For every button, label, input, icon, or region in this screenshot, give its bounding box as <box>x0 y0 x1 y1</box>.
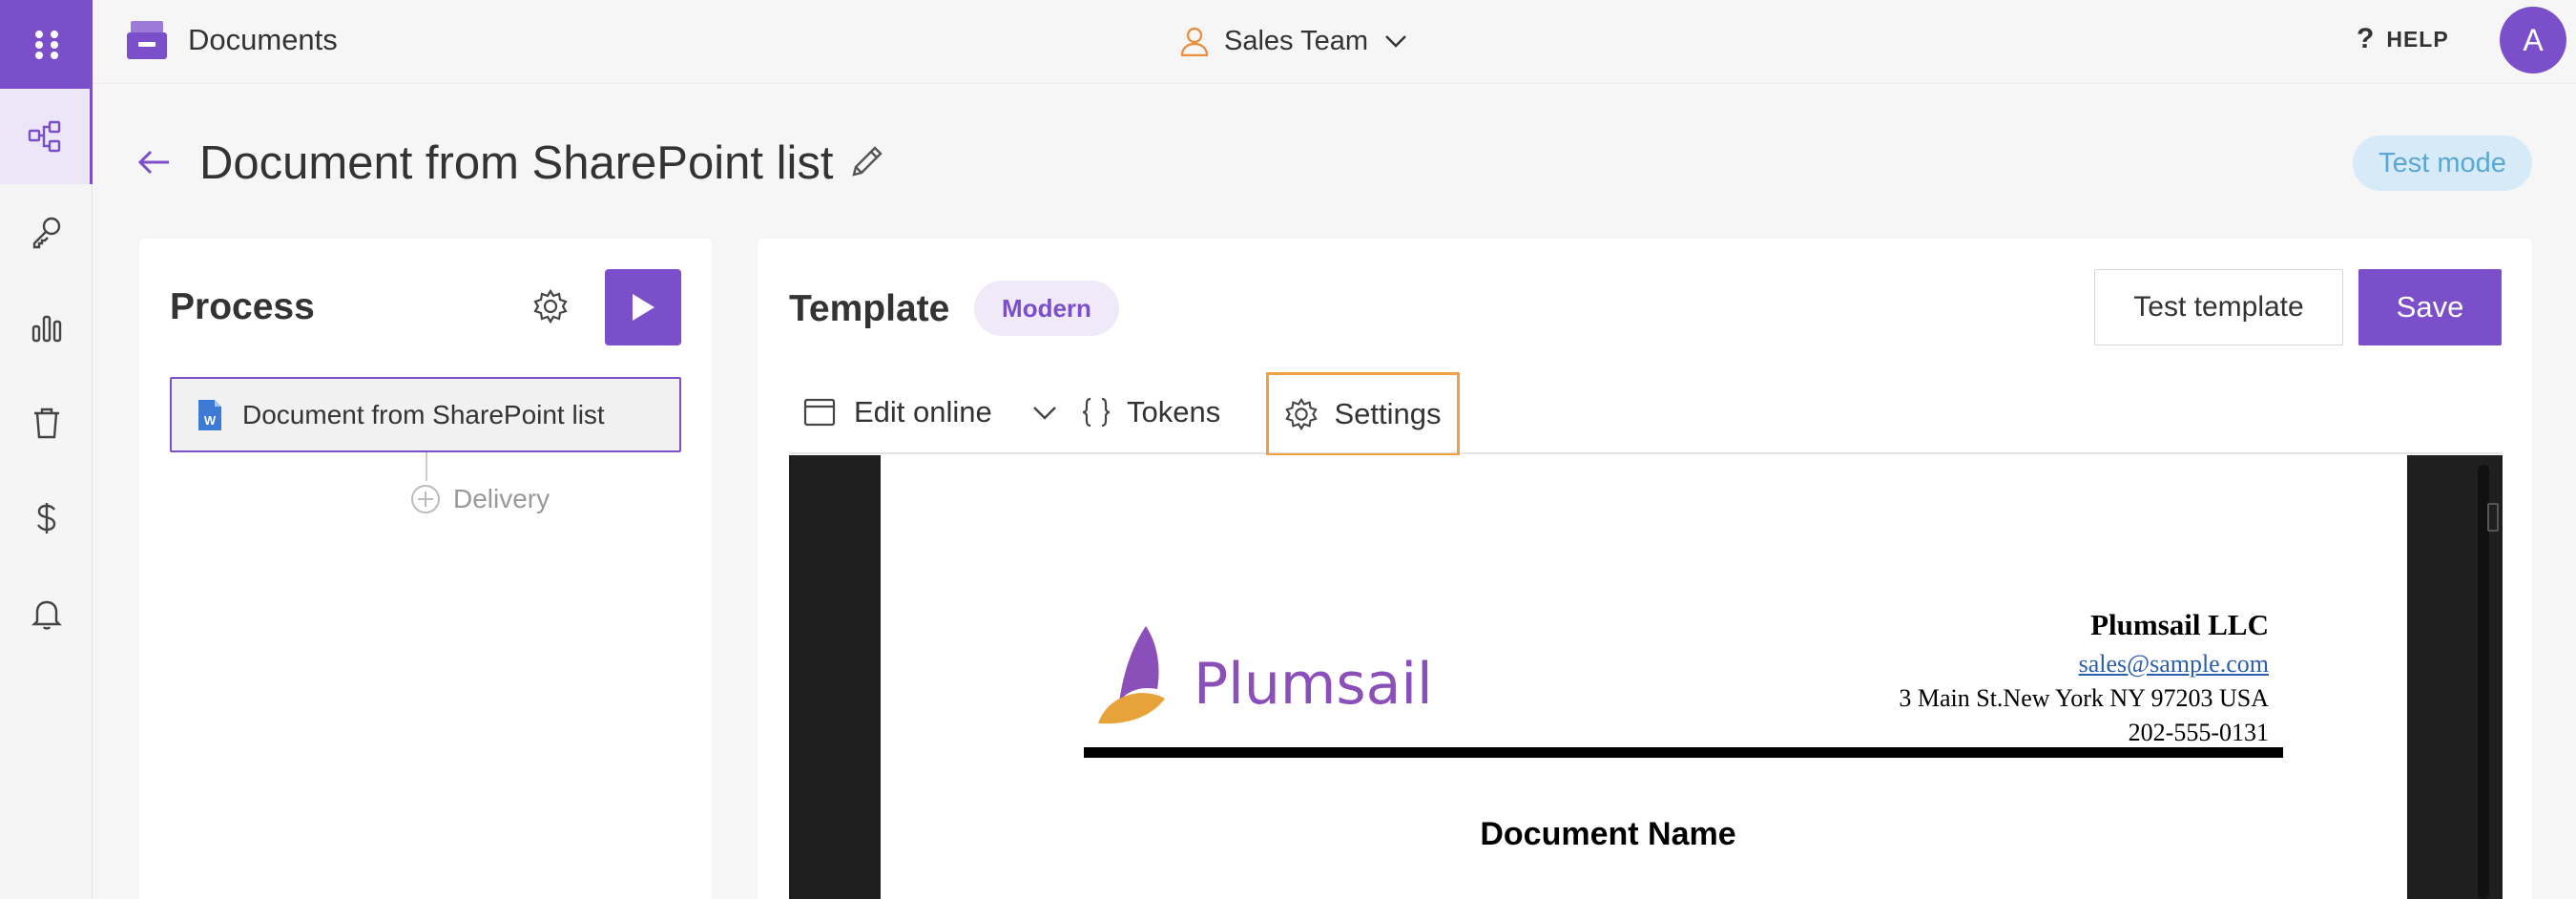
company-block: Plumsail LLC sales@sample.com 3 Main St.… <box>1899 608 2269 747</box>
top-bar: Documents Sales Team ? HELP A <box>93 0 2576 84</box>
back-arrow-icon[interactable] <box>135 143 174 181</box>
page-title: Document from SharePoint list <box>199 137 834 189</box>
dollar-icon <box>36 503 55 533</box>
process-step-label: Document from SharePoint list <box>242 399 605 429</box>
app-title: Documents <box>188 23 338 56</box>
help-label: HELP <box>2386 26 2449 52</box>
delivery-label: Delivery <box>453 484 551 513</box>
svg-text:W: W <box>204 413 217 428</box>
grid-menu-icon <box>34 30 58 59</box>
bell-icon <box>31 600 62 630</box>
document-heading: Document Name <box>1480 816 1736 852</box>
tokens-label: Tokens <box>1127 395 1221 429</box>
browser-window-icon <box>803 398 836 427</box>
plumsail-sail-logo-icon <box>1098 626 1165 724</box>
plus-circle-icon <box>411 485 440 513</box>
rail-item-usage[interactable] <box>0 280 93 375</box>
rail-item-processes[interactable] <box>0 89 93 184</box>
word-doc-icon: W <box>198 399 221 430</box>
add-delivery-button[interactable]: Delivery <box>409 483 550 515</box>
plumsail-logo-text: Plumsail <box>1194 651 1433 718</box>
header-divider <box>1084 747 2283 758</box>
play-icon <box>633 294 654 321</box>
avatar[interactable]: A <box>2500 7 2566 73</box>
editor-mode-badge[interactable]: Modern <box>974 281 1119 336</box>
company-phone: 202-555-0131 <box>2128 719 2269 746</box>
template-toolbar: Edit online Tokens Settings <box>789 372 2503 456</box>
team-selector[interactable]: Sales Team <box>1180 19 1408 63</box>
key-icon <box>32 217 60 249</box>
test-template-button[interactable]: Test template <box>2094 269 2343 345</box>
rail-item-notifications[interactable] <box>0 566 93 661</box>
template-heading: Template <box>789 288 950 329</box>
curly-braces-icon <box>1082 397 1111 428</box>
chevron-down-icon <box>1032 407 1056 420</box>
company-email-link[interactable]: sales@sample.com <box>1899 650 2269 679</box>
run-process-button[interactable] <box>605 269 681 345</box>
company-name: Plumsail LLC <box>2090 608 2269 641</box>
gear-icon <box>1285 397 1319 431</box>
app-launcher-button[interactable] <box>0 0 93 89</box>
document-preview[interactable]: Plumsail Plumsail LLC sales@sample.com 3… <box>789 455 2503 899</box>
user-icon <box>1180 27 1209 56</box>
gear-icon[interactable] <box>532 288 569 324</box>
rail-item-api-keys[interactable] <box>0 184 93 280</box>
team-name: Sales Team <box>1224 25 1368 56</box>
question-icon: ? <box>2357 23 2376 54</box>
edit-online-dropdown[interactable]: Edit online <box>802 395 1059 429</box>
process-step-item[interactable]: W Document from SharePoint list <box>170 377 681 452</box>
edit-title-pencil-icon[interactable] <box>849 143 885 179</box>
settings-tab[interactable]: Settings <box>1266 372 1460 456</box>
rail-item-recycle-bin[interactable] <box>0 375 93 470</box>
step-connector <box>426 452 427 481</box>
bar-chart-icon <box>31 315 61 343</box>
rail-item-billing[interactable] <box>0 470 93 566</box>
save-button[interactable]: Save <box>2358 269 2502 345</box>
process-heading: Process <box>170 286 315 327</box>
chevron-down-icon <box>1385 35 1406 48</box>
tokens-tab[interactable]: Tokens <box>1079 395 1220 429</box>
trash-icon <box>33 408 59 439</box>
settings-label: Settings <box>1334 397 1442 430</box>
edit-online-label: Edit online <box>854 395 992 429</box>
test-mode-badge[interactable]: Test mode <box>2353 136 2532 191</box>
flow-icon <box>28 120 61 153</box>
template-panel: Template Modern Test template Save Edit … <box>758 239 2532 899</box>
company-address: 3 Main St.New York NY 97203 USA <box>1899 684 2269 712</box>
scrollbar-handle[interactable] <box>2487 503 2499 532</box>
help-button[interactable]: ? HELP <box>2357 23 2449 55</box>
documents-logo-icon <box>127 21 167 59</box>
left-rail <box>0 0 93 899</box>
process-panel: Process W Document from SharePoint list … <box>139 239 712 899</box>
